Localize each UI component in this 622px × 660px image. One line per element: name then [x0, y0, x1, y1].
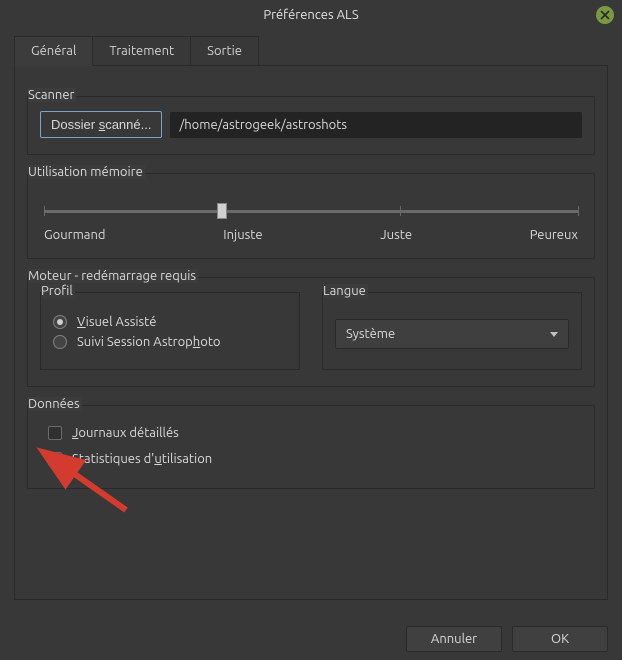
group-title-memory: Utilisation mémoire — [28, 165, 145, 179]
memory-slider-handle[interactable] — [217, 203, 227, 219]
cancel-button[interactable]: Annuler — [406, 626, 502, 652]
subgroup-title-profile: Profil — [41, 284, 75, 298]
scanned-folder-button[interactable]: Dossier scanné... — [40, 111, 162, 138]
radio-icon — [53, 315, 67, 329]
tab-processing[interactable]: Traitement — [92, 36, 191, 65]
radio-visual-assist[interactable]: Visuel Assisté — [53, 315, 287, 329]
memory-slider[interactable] — [44, 198, 578, 224]
subgroup-language: Langue Système — [322, 292, 582, 370]
radio-icon — [53, 335, 67, 349]
close-icon[interactable] — [596, 6, 614, 24]
checkbox-icon — [48, 452, 62, 466]
group-title-engine: Moteur - redémarrage requis — [28, 269, 198, 283]
subgroup-profile: Profil Visuel Assisté Suivi Session Astr… — [40, 292, 300, 370]
checkbox-icon — [48, 426, 62, 440]
radio-astrophoto-tracking[interactable]: Suivi Session Astrophoto — [53, 335, 287, 349]
memory-label-1: Injuste — [223, 228, 262, 242]
tab-bar: Général Traitement Sortie — [14, 36, 608, 66]
chevron-down-icon — [550, 332, 558, 337]
group-scanner: Scanner Dossier scanné... /home/astrogee… — [27, 96, 595, 155]
title-bar: Préférences ALS — [0, 0, 622, 30]
checkbox-label-stats: Statistiques d'utilisation — [72, 452, 212, 466]
checkbox-label-logs: Journaux détaillés — [72, 426, 179, 440]
dialog-footer: Annuler OK — [406, 626, 608, 652]
memory-label-3: Peureux — [530, 228, 578, 242]
group-memory: Utilisation mémoire Gourmand Injuste Jus — [27, 173, 595, 259]
radio-label-astrophoto: Suivi Session Astrophoto — [77, 335, 221, 349]
subgroup-title-language: Langue — [323, 284, 368, 298]
memory-label-2: Juste — [380, 228, 412, 242]
memory-label-0: Gourmand — [44, 228, 106, 242]
scanned-folder-path[interactable]: /home/astrogeek/astroshots — [170, 112, 582, 138]
group-engine: Moteur - redémarrage requis Profil Visue… — [27, 277, 595, 387]
language-selected: Système — [346, 327, 395, 341]
group-title-scanner: Scanner — [28, 88, 76, 102]
radio-label-visual-assist: Visuel Assisté — [77, 315, 156, 329]
language-select[interactable]: Système — [335, 319, 569, 349]
group-data: Données Journaux détaillés Statistiques … — [27, 405, 595, 489]
group-title-data: Données — [28, 397, 82, 411]
tab-general[interactable]: Général — [14, 36, 93, 66]
tab-output[interactable]: Sortie — [190, 36, 259, 65]
window-title: Préférences ALS — [263, 8, 358, 22]
tab-panel-general: Scanner Dossier scanné... /home/astrogee… — [14, 66, 608, 600]
checkbox-usage-stats[interactable]: Statistiques d'utilisation — [48, 452, 582, 466]
checkbox-detailed-logs[interactable]: Journaux détaillés — [48, 426, 582, 440]
ok-button[interactable]: OK — [512, 626, 608, 652]
